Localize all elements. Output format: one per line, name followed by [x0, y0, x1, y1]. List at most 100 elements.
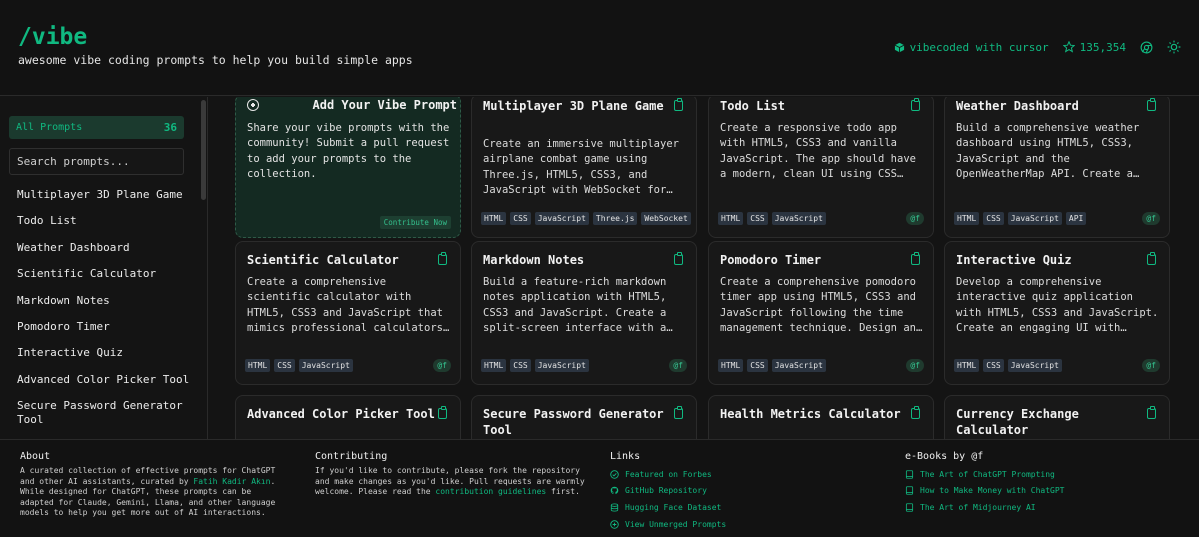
sun-icon[interactable] [1167, 40, 1181, 54]
clipboard-icon[interactable] [1147, 252, 1156, 265]
sidebar-item[interactable]: Advanced Color Picker Tool [17, 373, 197, 387]
prompt-card[interactable]: Todo List Create a responsive todo app wi… [708, 97, 934, 238]
sidebar-item[interactable]: Scientific Calculator [17, 267, 197, 281]
tag-list: HTML CSS JavaScript Three.js WebSocket [481, 212, 691, 225]
tag-badge[interactable]: JavaScript [771, 212, 826, 225]
tag-badge[interactable]: API [1065, 212, 1087, 225]
tag-badge[interactable]: CSS [274, 359, 295, 372]
author-link[interactable]: Fatih Kadir Akın [193, 477, 270, 486]
site-logo[interactable]: /vibe [18, 24, 87, 50]
tag-badge[interactable]: HTML [954, 359, 980, 372]
tag-badge[interactable]: Three.js [592, 212, 638, 225]
tag-badge[interactable]: JavaScript [534, 359, 589, 372]
tag-badge[interactable]: CSS [983, 359, 1004, 372]
unmerged-prompts-link[interactable]: View Unmerged Prompts [610, 516, 870, 533]
book-icon [905, 486, 914, 496]
tag-badge[interactable]: HTML [954, 212, 980, 225]
prompt-card[interactable]: Scientific Calculator Create a comprehens… [235, 241, 461, 385]
ebook-label: How to Make Money with ChatGPT [920, 486, 1065, 496]
tag-badge[interactable]: CSS [983, 212, 1004, 225]
prompt-list: Multiplayer 3D Plane Game Todo List Weat… [17, 188, 197, 439]
sidebar: All Prompts 36 Multiplayer 3D Plane Game… [0, 97, 208, 439]
contribution-guidelines-link[interactable]: contribution guidelines [435, 487, 546, 496]
tag-badge[interactable]: JavaScript [771, 359, 826, 372]
ebook-link[interactable]: The Art of ChatGPT Prompting [905, 466, 1185, 483]
clipboard-icon[interactable] [1147, 406, 1156, 419]
clipboard-icon[interactable] [438, 406, 447, 419]
tag-list: HTML CSS JavaScript [718, 359, 826, 372]
prompt-card[interactable]: Multiplayer 3D Plane Game Create an immer… [471, 97, 697, 238]
tag-badge[interactable]: JavaScript [1007, 212, 1062, 225]
sidebar-item[interactable]: Markdown Notes [17, 294, 197, 308]
sidebar-item[interactable]: Multiplayer 3D Plane Game [17, 188, 197, 202]
clipboard-icon[interactable] [674, 252, 683, 265]
clipboard-icon[interactable] [1147, 98, 1156, 111]
hugging-face-link[interactable]: Hugging Face Dataset [610, 499, 870, 516]
sidebar-item[interactable]: Weather Dashboard [17, 241, 197, 255]
card-title: Markdown Notes [483, 253, 585, 267]
book-icon [905, 503, 914, 512]
tag-badge[interactable]: WebSocket [641, 212, 691, 225]
tag-badge[interactable]: HTML [718, 359, 744, 372]
prompt-card[interactable]: Secure Password Generator Tool [471, 395, 697, 439]
tag-list: HTML CSS JavaScript [954, 359, 1062, 372]
tag-badge[interactable]: CSS [747, 212, 768, 225]
tag-badge[interactable]: CSS [510, 212, 531, 225]
clipboard-icon[interactable] [674, 98, 683, 111]
add-prompt-card[interactable]: Add Your Vibe Prompt Share your vibe pro… [235, 97, 461, 238]
contribute-now-button[interactable]: Contribute Now [379, 216, 451, 229]
prompt-card[interactable]: Weather Dashboard Build a comprehensive w… [944, 97, 1170, 238]
all-prompts-filter[interactable]: All Prompts 36 [9, 116, 184, 139]
sidebar-item[interactable]: Interactive Quiz [17, 346, 197, 360]
tag-badge[interactable]: JavaScript [298, 359, 353, 372]
links-list: Featured on Forbes GitHub Repository Hug… [610, 466, 870, 532]
author-badge[interactable]: @f [669, 359, 687, 372]
cube-icon [894, 42, 904, 52]
prompt-card[interactable]: Currency Exchange Calculator [944, 395, 1170, 439]
vibecoded-link[interactable]: vibecoded with cursor [894, 41, 1049, 54]
ebook-link[interactable]: How to Make Money with ChatGPT [905, 483, 1185, 500]
chrome-icon[interactable] [1140, 41, 1153, 54]
footer: About A curated collection of effective … [0, 439, 1199, 537]
tag-badge[interactable]: CSS [510, 359, 531, 372]
github-repository-link[interactable]: GitHub Repository [610, 483, 870, 500]
card-title: Multiplayer 3D Plane Game [483, 99, 664, 113]
tag-badge[interactable]: JavaScript [1007, 359, 1062, 372]
sidebar-scrollbar[interactable] [201, 100, 206, 200]
search-input[interactable] [9, 148, 184, 175]
sidebar-item[interactable]: Secure Password Generator Tool [17, 399, 197, 427]
prompt-card[interactable]: Health Metrics CalculatorBuild a compreh… [708, 395, 934, 439]
author-badge[interactable]: @f [1142, 212, 1160, 225]
clipboard-icon[interactable] [438, 252, 447, 265]
author-badge[interactable]: @f [433, 359, 451, 372]
card-description: Create a comprehensive scientific calcul… [247, 276, 443, 334]
prompt-card[interactable]: Interactive Quiz Develop a comprehensive … [944, 241, 1170, 385]
prompt-card[interactable]: Pomodoro Timer Create a comprehensive pom… [708, 241, 934, 385]
ebook-link[interactable]: The Art of Midjourney AI [905, 499, 1185, 516]
sidebar-item[interactable]: Todo List [17, 214, 197, 228]
sidebar-item[interactable]: Pomodoro Timer [17, 320, 197, 334]
prompt-card[interactable]: Advanced Color Picker ToolBuild a profes… [235, 395, 461, 439]
tag-badge[interactable]: HTML [481, 212, 507, 225]
forbes-link[interactable]: Featured on Forbes [610, 466, 870, 483]
tag-badge[interactable]: HTML [481, 359, 507, 372]
plus-circle-icon [610, 519, 619, 529]
card-title: Pomodoro Timer [720, 253, 822, 267]
author-badge[interactable]: @f [1142, 359, 1160, 372]
author-badge[interactable]: @f [906, 359, 924, 372]
tag-badge[interactable]: HTML [718, 212, 744, 225]
clipboard-icon[interactable] [674, 406, 683, 419]
github-stars-link[interactable]: 135,354 [1062, 41, 1126, 54]
clipboard-icon[interactable] [911, 406, 920, 419]
add-prompt-description: Share your vibe prompts with the communi… [247, 122, 450, 180]
tag-badge[interactable]: CSS [747, 359, 768, 372]
author-badge[interactable]: @f [906, 212, 924, 225]
tag-badge[interactable]: HTML [245, 359, 271, 372]
footer-ebooks: e-Books by @f The Art of ChatGPT Prompti… [905, 451, 1185, 516]
clipboard-icon[interactable] [911, 252, 920, 265]
prompt-card[interactable]: Markdown Notes Build a feature-rich markd… [471, 241, 697, 385]
card-description: Create a comprehensive pomodoro timer ap… [720, 276, 916, 334]
clipboard-icon[interactable] [911, 98, 920, 111]
tag-badge[interactable]: JavaScript [534, 212, 589, 225]
card-title: Health Metrics Calculator [720, 407, 901, 421]
